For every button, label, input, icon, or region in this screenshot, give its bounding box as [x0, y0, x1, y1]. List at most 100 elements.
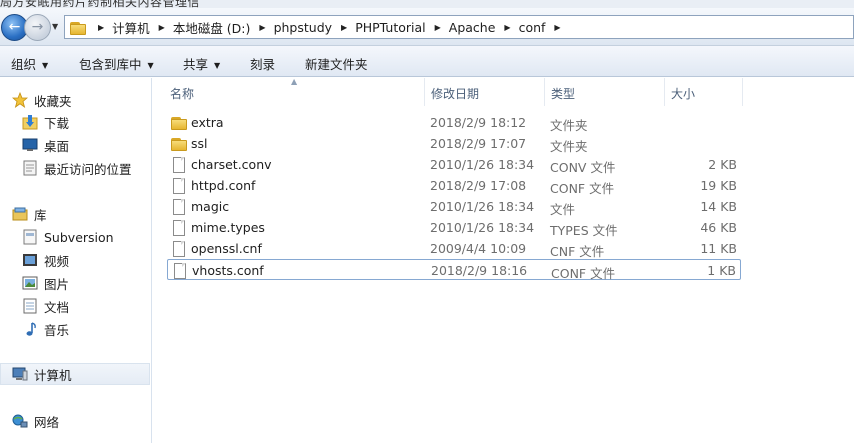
share-label: 共享 [183, 57, 209, 72]
column-header-name[interactable]: 名称 [170, 85, 194, 102]
breadcrumb-separator-icon[interactable]: ▶ [341, 23, 347, 32]
file-name: openssl.cnf [191, 241, 262, 256]
file-size: 19 KB [700, 178, 737, 193]
address-row: ← → ▼ ▶ 计算机 ▶ 本地磁盘 (D:) ▶ phpstudy ▶ PHP… [0, 8, 854, 46]
file-row[interactable]: mime.types 2010/1/26 18:34 TYPES 文件 46 K… [167, 217, 741, 238]
sort-ascending-icon: ▲ [291, 77, 298, 86]
breadcrumb-separator-icon[interactable]: ▶ [504, 23, 510, 32]
new-folder-button[interactable]: 新建文件夹 [305, 54, 368, 73]
breadcrumb-separator-icon[interactable]: ▶ [259, 23, 265, 32]
file-type: CONF 文件 [550, 181, 615, 196]
column-header-row: ▲ 名称 修改日期 类型 大小 [153, 77, 854, 106]
file-name: extra [191, 115, 224, 130]
folder-icon [70, 20, 86, 35]
file-date: 2018/2/9 17:07 [430, 136, 527, 151]
file-date: 2010/1/26 18:34 [430, 199, 535, 214]
folder-icon [171, 136, 187, 152]
breadcrumb-phpstudy[interactable]: phpstudy [274, 20, 332, 35]
breadcrumb-conf[interactable]: conf [519, 20, 546, 35]
document-icon [22, 298, 38, 314]
downloads-folder-icon [22, 114, 38, 130]
nav-music[interactable]: 音乐 [22, 318, 69, 340]
file-type: TYPES 文件 [550, 223, 618, 238]
history-dropdown-icon[interactable]: ▼ [52, 22, 58, 31]
file-date: 2010/1/26 18:34 [430, 220, 535, 235]
nav-recent-places[interactable]: 最近访问的位置 [22, 157, 132, 179]
video-icon [22, 252, 38, 268]
include-in-library-label: 包含到库中 [79, 57, 142, 72]
column-divider[interactable] [544, 78, 545, 106]
file-icon [171, 178, 187, 194]
file-size: 11 KB [700, 241, 737, 256]
file-type: CONV 文件 [550, 160, 616, 175]
file-name: httpd.conf [191, 178, 256, 193]
file-row[interactable]: openssl.cnf 2009/4/4 10:09 CNF 文件 11 KB [167, 238, 741, 259]
breadcrumb-separator-icon[interactable]: ▶ [98, 23, 104, 32]
file-date: 2018/2/9 18:16 [431, 263, 528, 278]
column-divider[interactable] [742, 78, 743, 106]
nav-libraries[interactable]: 库 [12, 203, 47, 225]
nav-pictures-label: 图片 [44, 276, 70, 292]
file-row[interactable]: httpd.conf 2018/2/9 17:08 CONF 文件 19 KB [167, 175, 741, 196]
nav-subversion[interactable]: Subversion [22, 226, 114, 248]
file-list-pane: ▲ 名称 修改日期 类型 大小 extra 2018/2/9 18:12 文件夹… [153, 77, 854, 443]
file-name: charset.conv [191, 157, 272, 172]
file-name: magic [191, 199, 230, 214]
breadcrumb-drive-d[interactable]: 本地磁盘 (D:) [173, 18, 251, 37]
breadcrumb-separator-icon[interactable]: ▶ [159, 23, 165, 32]
recent-places-icon [22, 160, 38, 176]
subversion-library-icon [22, 229, 38, 245]
file-row[interactable]: charset.conv 2010/1/26 18:34 CONV 文件 2 K… [167, 154, 741, 175]
nav-downloads[interactable]: 下载 [22, 111, 69, 133]
share-menu[interactable]: 共享 ▼ [183, 54, 220, 73]
navigation-pane: 收藏夹 下载 桌面 最近访问的位置 库 Subversion 视频 图片 文档 … [0, 78, 152, 443]
nav-videos[interactable]: 视频 [22, 249, 69, 271]
picture-icon [22, 275, 38, 291]
nav-music-label: 音乐 [44, 322, 70, 338]
nav-downloads-label: 下载 [44, 115, 70, 131]
forward-arrow-icon: → [31, 19, 44, 35]
column-divider[interactable] [424, 78, 425, 106]
file-type: 文件 [550, 202, 576, 217]
column-header-date[interactable]: 修改日期 [431, 85, 479, 102]
forward-button[interactable]: → [24, 14, 51, 41]
column-divider[interactable] [664, 78, 665, 106]
breadcrumb-separator-icon[interactable]: ▶ [554, 23, 560, 32]
breadcrumb-apache[interactable]: Apache [449, 20, 496, 35]
file-icon [172, 263, 188, 279]
file-icon [171, 157, 187, 173]
organize-menu[interactable]: 组织 ▼ [11, 54, 48, 73]
breadcrumb-computer[interactable]: 计算机 [112, 18, 150, 37]
address-bar[interactable]: ▶ 计算机 ▶ 本地磁盘 (D:) ▶ phpstudy ▶ PHPTutori… [64, 15, 854, 39]
breadcrumb-phptutorial[interactable]: PHPTutorial [355, 20, 425, 35]
file-date: 2010/1/26 18:34 [430, 157, 535, 172]
file-date: 2018/2/9 18:12 [430, 115, 527, 130]
file-icon [171, 241, 187, 257]
file-name: ssl [191, 136, 208, 151]
nav-pictures[interactable]: 图片 [22, 272, 69, 294]
network-icon [12, 413, 28, 429]
column-header-type[interactable]: 类型 [551, 85, 575, 102]
nav-documents[interactable]: 文档 [22, 295, 69, 317]
chevron-down-icon: ▼ [42, 61, 49, 70]
file-row[interactable]: ssl 2018/2/9 17:07 文件夹 [167, 133, 741, 154]
file-type: CONF 文件 [551, 266, 616, 281]
nav-network[interactable]: 网络 [12, 410, 59, 432]
computer-icon [12, 366, 28, 382]
burn-button[interactable]: 刻录 [250, 54, 275, 73]
nav-computer[interactable]: 计算机 [0, 363, 150, 385]
file-row-focused[interactable]: vhosts.conf 2018/2/9 18:16 CONF 文件 1 KB [167, 259, 741, 281]
nav-favorites[interactable]: 收藏夹 [11, 89, 72, 111]
desktop-icon [22, 137, 38, 153]
star-icon [11, 91, 29, 108]
file-type: 文件夹 [550, 118, 588, 133]
column-header-size[interactable]: 大小 [671, 85, 695, 102]
nav-favorites-label: 收藏夹 [34, 93, 72, 109]
file-row[interactable]: magic 2010/1/26 18:34 文件 14 KB [167, 196, 741, 217]
breadcrumb-separator-icon[interactable]: ▶ [435, 23, 441, 32]
nav-desktop[interactable]: 桌面 [22, 134, 69, 156]
file-size: 1 KB [707, 263, 736, 278]
file-row[interactable]: extra 2018/2/9 18:12 文件夹 [167, 112, 741, 133]
nav-desktop-label: 桌面 [44, 138, 70, 154]
include-in-library-menu[interactable]: 包含到库中 ▼ [79, 54, 154, 73]
